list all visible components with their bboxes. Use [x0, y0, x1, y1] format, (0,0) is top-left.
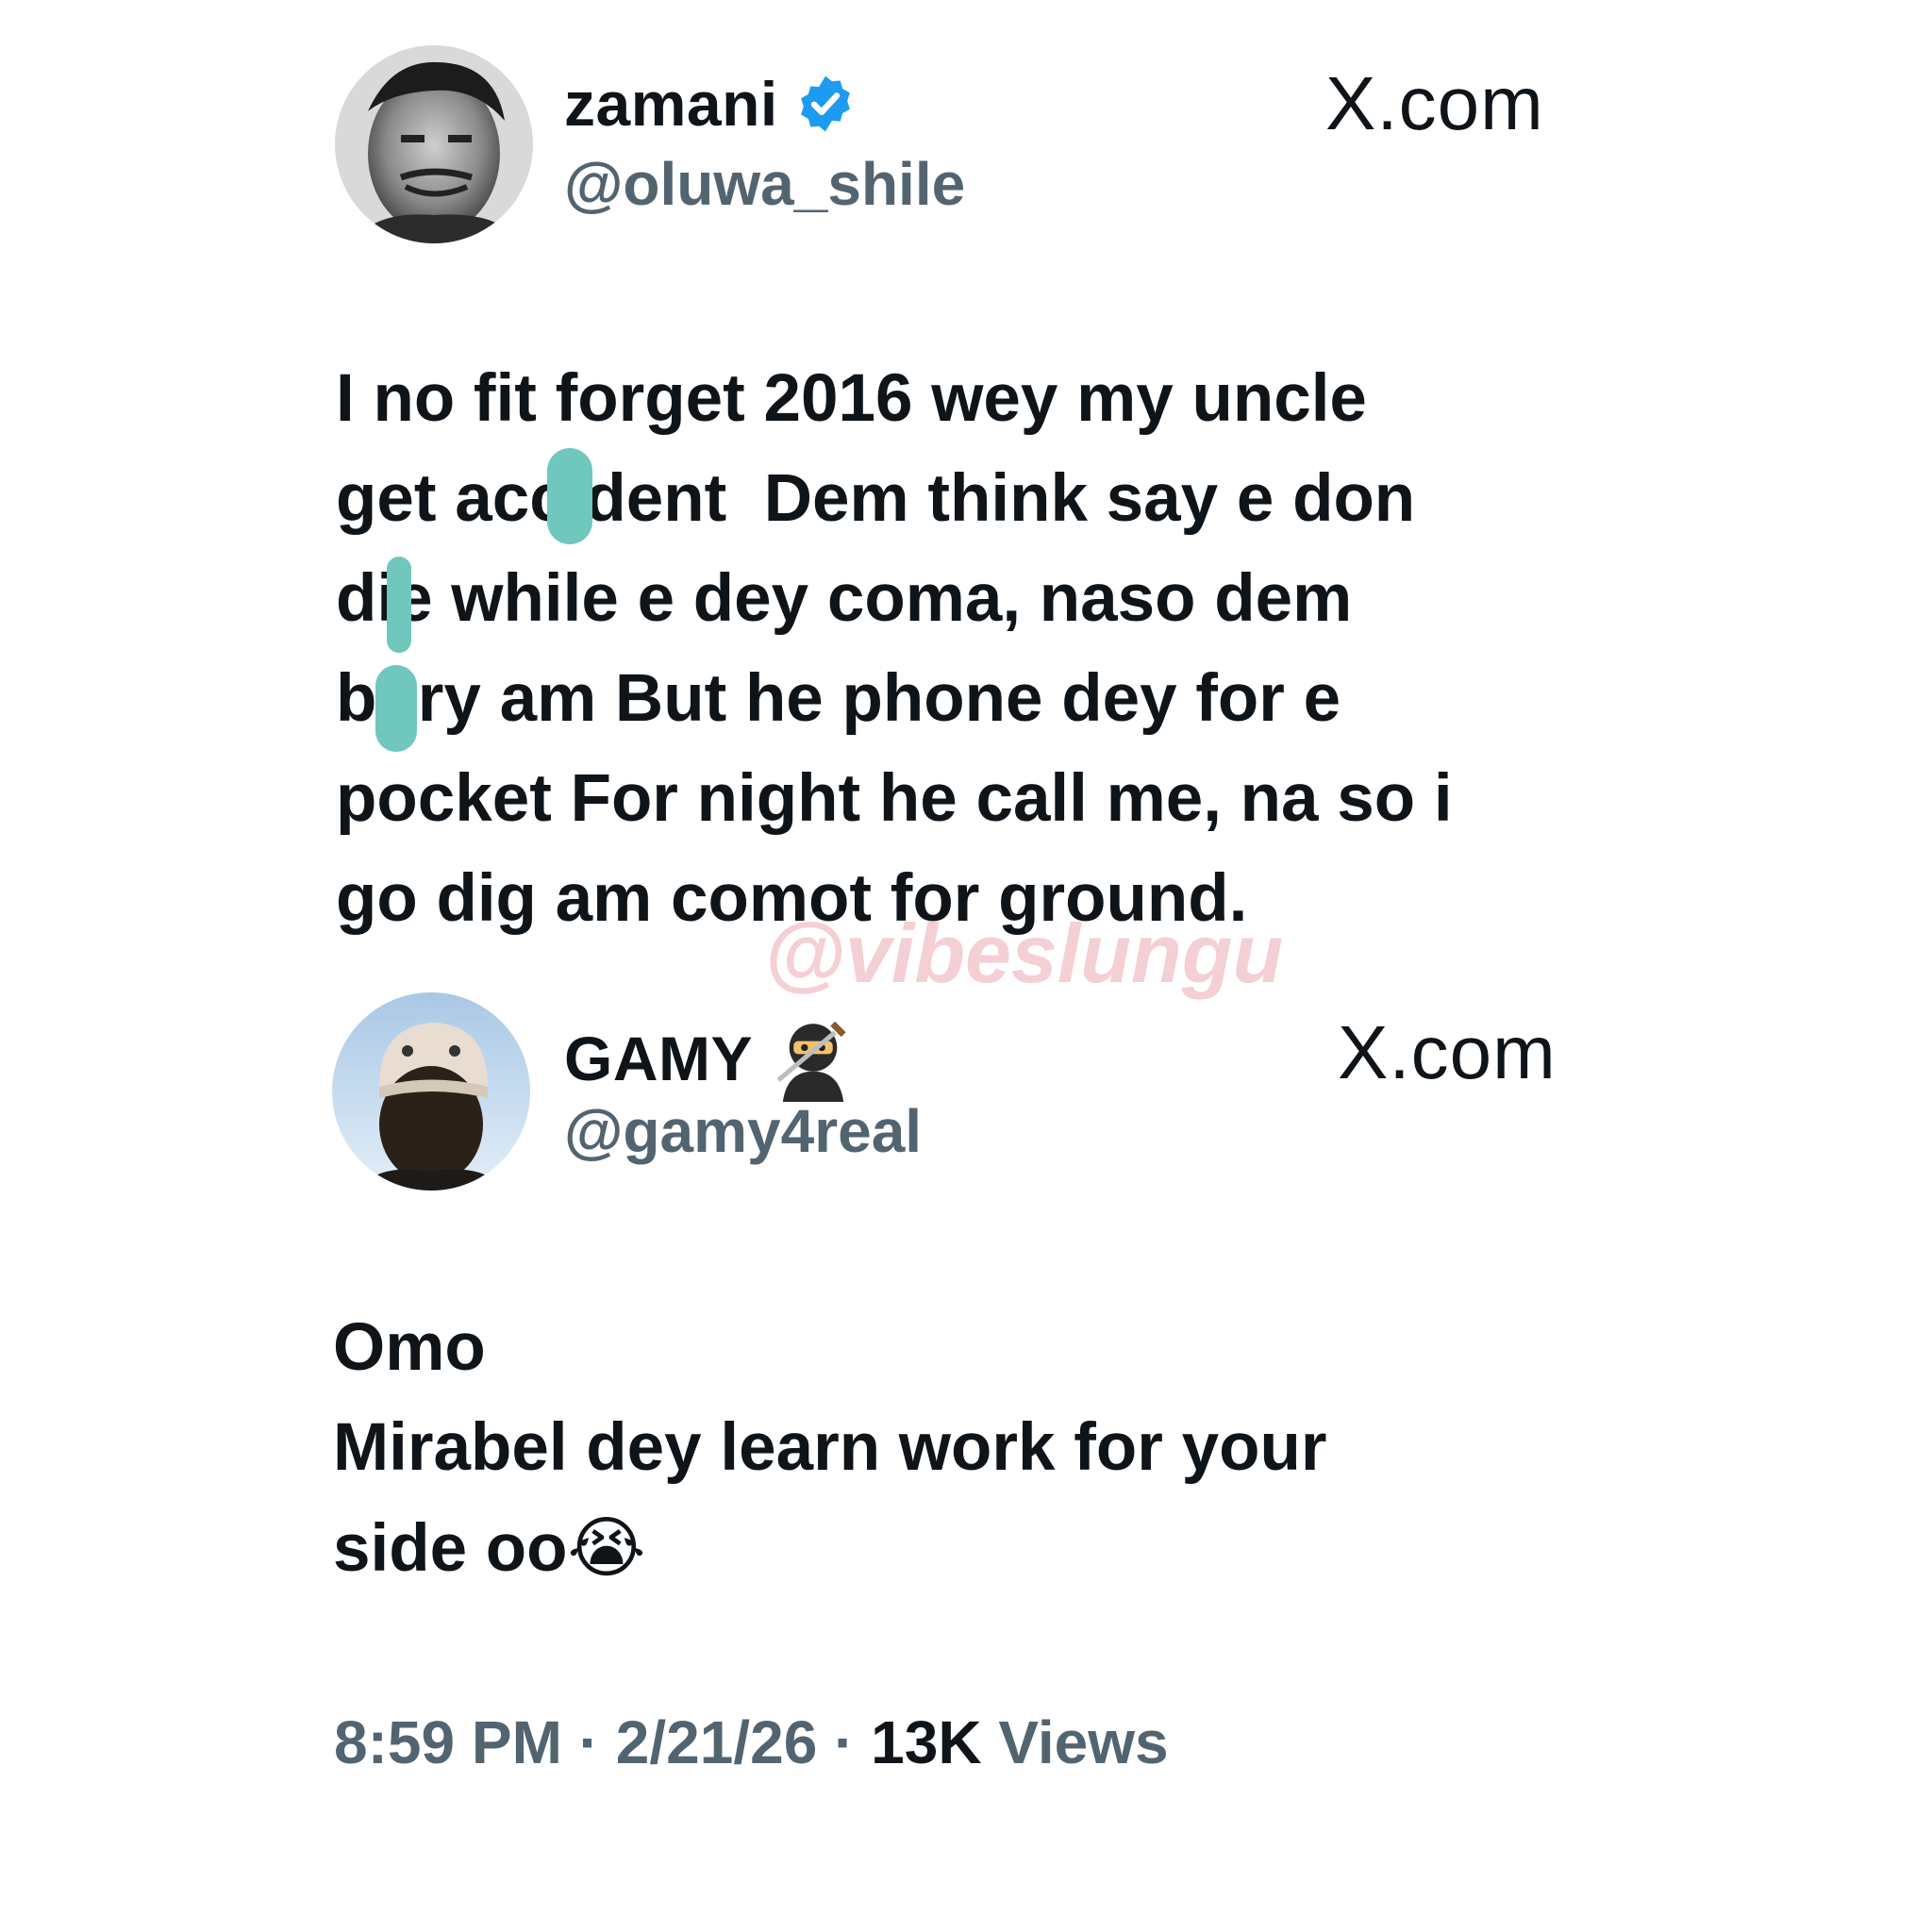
avatar[interactable]	[332, 992, 530, 1191]
author-row: zamani	[564, 68, 856, 140]
handle[interactable]: @oluwa_shile	[564, 149, 965, 219]
redaction-mark	[387, 557, 411, 653]
views-label: Views	[998, 1708, 1169, 1776]
redaction-mark	[547, 448, 592, 544]
handle[interactable]: @gamy4real	[564, 1096, 922, 1166]
crying-emoji-icon: 😭	[567, 1508, 646, 1587]
redaction-mark	[375, 665, 417, 752]
display-name[interactable]: zamani	[564, 68, 778, 140]
post-time[interactable]: 8:59 PM	[334, 1708, 562, 1776]
display-name[interactable]: GAMY	[564, 1023, 753, 1094]
views-count: 13K	[871, 1708, 982, 1776]
post-text-body: Omo Mirabel dey learn work for your side…	[333, 1310, 1327, 1586]
x-com-brand: X.com	[1325, 61, 1544, 145]
author-row: GAMY	[564, 1015, 857, 1102]
watermark: @vibeslungu	[764, 907, 1284, 1000]
verified-badge-icon	[800, 75, 850, 132]
avatar[interactable]	[335, 45, 533, 243]
post-text: Omo Mirabel dey learn work for your side…	[333, 1298, 1597, 1599]
separator: ·	[834, 1708, 855, 1776]
post-meta: 8:59 PM · 2/21/26 · 13K Views	[334, 1707, 1169, 1777]
separator: ·	[578, 1708, 599, 1776]
post-date[interactable]: 2/21/26	[616, 1708, 818, 1776]
x-com-brand: X.com	[1338, 1010, 1557, 1094]
ninja-emoji-icon	[776, 1021, 846, 1102]
avatar-photo	[332, 992, 530, 1191]
avatar-photo	[335, 45, 533, 243]
post-text: I no fit forget 2016 wey my uncle get ac…	[336, 361, 1453, 936]
